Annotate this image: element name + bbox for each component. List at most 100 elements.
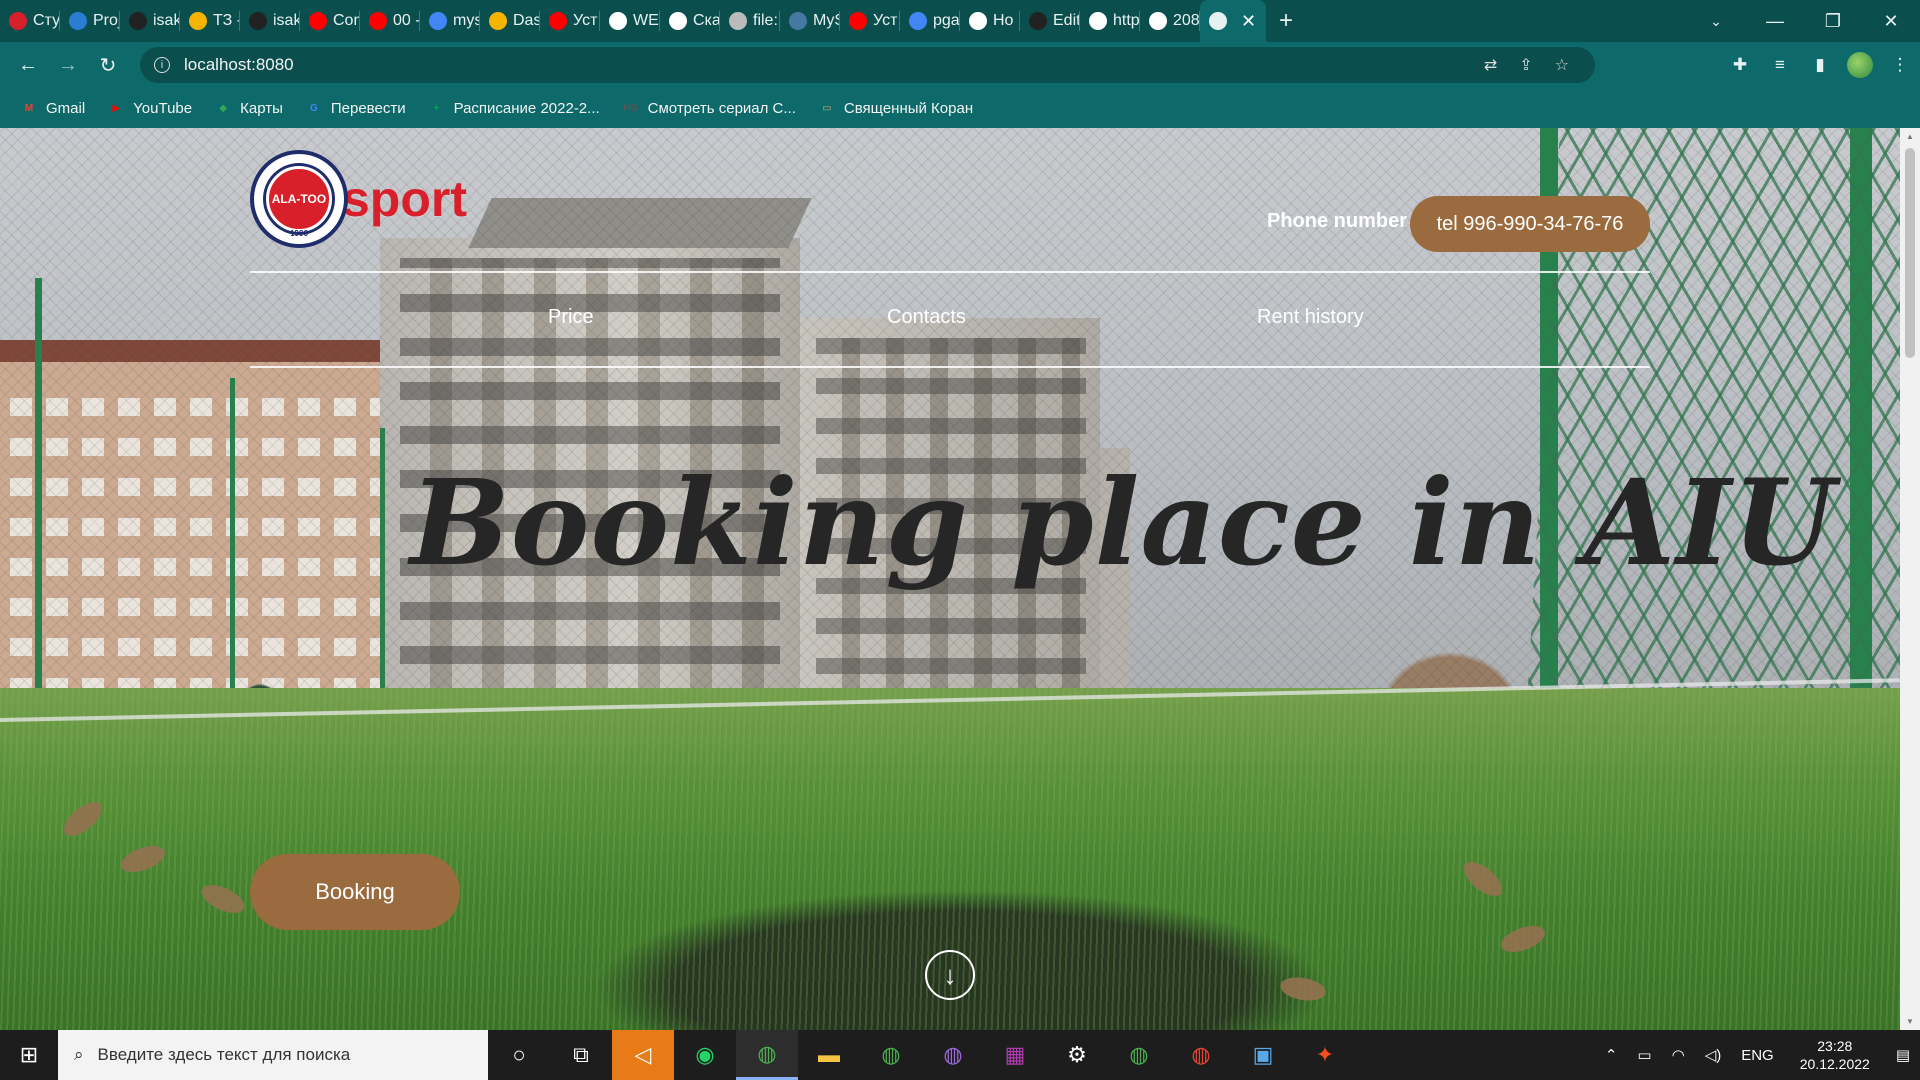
- tab-title: Ho: [993, 12, 1014, 29]
- file-explorer-icon[interactable]: ▬: [798, 1030, 860, 1080]
- site-info-icon[interactable]: i: [154, 57, 170, 73]
- menu-icon[interactable]: ⋮: [1880, 55, 1920, 75]
- volume-icon[interactable]: ◁): [1705, 1046, 1722, 1064]
- site-logo[interactable]: ALA-TOO 1996 sport: [250, 150, 467, 248]
- address-bar[interactable]: i localhost:8080 ⇄ ⇪ ☆: [140, 47, 1595, 83]
- nav-price[interactable]: Price: [548, 306, 594, 329]
- new-tab-button[interactable]: +: [1266, 0, 1306, 42]
- forward-icon[interactable]: →: [48, 54, 88, 77]
- chrome-profile-4-icon[interactable]: ◍: [1108, 1030, 1170, 1080]
- chrome-icon[interactable]: ◍: [736, 1030, 798, 1080]
- tab-title: MyS: [813, 12, 840, 29]
- bookmarks-bar: M Gmail ▶ YouTube ◆ Карты G Перевести + Расписани…: [0, 88, 1920, 128]
- browser-tab[interactable]: http: [1080, 0, 1140, 42]
- share-icon[interactable]: ⇪: [1519, 55, 1532, 75]
- browser-tab[interactable]: file:: [720, 0, 780, 42]
- browser-tab[interactable]: Edit: [1020, 0, 1080, 42]
- bookmark-favicon-icon: ▶: [112, 102, 121, 114]
- browser-tab[interactable]: Ска: [660, 0, 720, 42]
- bookmark-favicon-icon: HD: [623, 102, 638, 114]
- close-tab-icon[interactable]: ✕: [1241, 11, 1256, 32]
- browser-tab[interactable]: mys: [420, 0, 480, 42]
- extensions-icon[interactable]: ✚: [1720, 55, 1760, 75]
- scroll-down-arrow-icon[interactable]: ↓: [925, 950, 975, 1000]
- tab-title: isak: [153, 12, 180, 29]
- phone-button[interactable]: tel 996-990-34-76-76: [1410, 196, 1650, 252]
- nav-contacts[interactable]: Contacts: [887, 306, 966, 329]
- battery-icon[interactable]: ▭: [1637, 1046, 1651, 1064]
- language-indicator[interactable]: ENG: [1741, 1047, 1774, 1064]
- cortana-icon[interactable]: ○: [488, 1030, 550, 1080]
- media-control-icon[interactable]: ≡: [1760, 55, 1800, 75]
- browser-tab[interactable]: Con: [300, 0, 360, 42]
- browser-tab[interactable]: 208: [1140, 0, 1200, 42]
- browser-tab[interactable]: 00 -: [360, 0, 420, 42]
- bookmark-item[interactable]: G Перевести: [305, 100, 406, 117]
- chrome-profile-2-icon[interactable]: ◍: [860, 1030, 922, 1080]
- bookmark-item[interactable]: ▶ YouTube: [107, 100, 192, 117]
- tray-chevron-icon[interactable]: ⌃: [1605, 1046, 1618, 1064]
- winrar-icon[interactable]: ▦: [984, 1030, 1046, 1080]
- control-panel-icon[interactable]: ▣: [1232, 1030, 1294, 1080]
- bookmark-item[interactable]: ▭ Священный Коран: [818, 100, 973, 117]
- bookmark-item[interactable]: HD Смотреть сериал С...: [622, 100, 795, 117]
- taskbar-search[interactable]: ⌕ Введите здесь текст для поиска: [58, 1030, 488, 1080]
- browser-tab[interactable]: Das: [480, 0, 540, 42]
- browser-tab[interactable]: Ho: [960, 0, 1020, 42]
- scrollbar-thumb[interactable]: [1905, 148, 1915, 358]
- tab-title: 208: [1173, 12, 1200, 29]
- bookmark-item[interactable]: + Расписание 2022-2...: [428, 100, 600, 117]
- nav-rent-history[interactable]: Rent history: [1257, 306, 1364, 329]
- chart-icon: [489, 12, 507, 30]
- clock-time: 23:28: [1817, 1038, 1853, 1054]
- tab-title: Das: [513, 12, 540, 29]
- globe-icon: [1149, 12, 1167, 30]
- bookmark-favicon-icon: ◆: [219, 102, 227, 114]
- phone-label: Phone number: [1267, 210, 1408, 232]
- browser-tab[interactable]: MyS: [780, 0, 840, 42]
- back-icon[interactable]: ←: [8, 54, 48, 77]
- browser-tab[interactable]: isak: [120, 0, 180, 42]
- notifications-icon[interactable]: ▤: [1896, 1046, 1910, 1064]
- settings-gear-icon[interactable]: ⚙: [1046, 1030, 1108, 1080]
- vscode-icon[interactable]: ◁: [612, 1030, 674, 1080]
- task-view-icon[interactable]: ⧉: [550, 1030, 612, 1080]
- bookmark-item[interactable]: M Gmail: [20, 100, 85, 117]
- windows-start-icon[interactable]: ⊞: [0, 1030, 58, 1080]
- browser-tab[interactable]: ТЗ -: [180, 0, 240, 42]
- chrome-icon-2[interactable]: ◍: [1170, 1030, 1232, 1080]
- clock[interactable]: 23:28 20.12.2022: [1800, 1037, 1870, 1073]
- close-window-button[interactable]: ✕: [1862, 11, 1920, 32]
- browser-tab[interactable]: isak: [240, 0, 300, 42]
- ala-too-seal-icon: ALA-TOO 1996: [250, 150, 348, 248]
- browser-tab[interactable]: pga: [900, 0, 960, 42]
- youtube-icon: [849, 12, 867, 30]
- whatsapp-icon[interactable]: ◉: [674, 1030, 736, 1080]
- active-tab[interactable]: ✕: [1200, 0, 1266, 42]
- translate-icon[interactable]: ⇄: [1484, 55, 1497, 75]
- globe-icon: [1089, 12, 1107, 30]
- browser-tab[interactable]: Уст: [840, 0, 900, 42]
- browser-tab[interactable]: Proj: [60, 0, 120, 42]
- browser-tab[interactable]: Сту: [0, 0, 60, 42]
- bookmark-favicon-icon: G: [309, 102, 318, 114]
- scroll-down-icon[interactable]: ▼: [1900, 1017, 1920, 1026]
- tab-title: pga: [933, 12, 960, 29]
- chrome-profile-3-icon[interactable]: ◍: [922, 1030, 984, 1080]
- bookmark-star-icon[interactable]: ☆: [1555, 55, 1569, 75]
- globe-icon: [609, 12, 627, 30]
- browser-tab[interactable]: WEI: [600, 0, 660, 42]
- figma-icon[interactable]: ✦: [1294, 1030, 1356, 1080]
- browser-tab[interactable]: Уст: [540, 0, 600, 42]
- scroll-up-icon[interactable]: ▲: [1900, 132, 1920, 141]
- profile-avatar[interactable]: [1847, 52, 1873, 78]
- minimize-button[interactable]: —: [1746, 11, 1804, 32]
- bookmark-item[interactable]: ◆ Карты: [214, 100, 283, 117]
- wifi-icon[interactable]: ◠: [1672, 1046, 1685, 1064]
- restore-button[interactable]: ❐: [1804, 11, 1862, 32]
- reload-icon[interactable]: ↻: [88, 53, 128, 78]
- side-panel-icon[interactable]: ▮: [1800, 55, 1840, 75]
- booking-button[interactable]: Booking: [250, 854, 460, 930]
- tab-search-icon[interactable]: ⌄: [1686, 13, 1746, 30]
- page-scrollbar[interactable]: ▲ ▼: [1900, 128, 1920, 1030]
